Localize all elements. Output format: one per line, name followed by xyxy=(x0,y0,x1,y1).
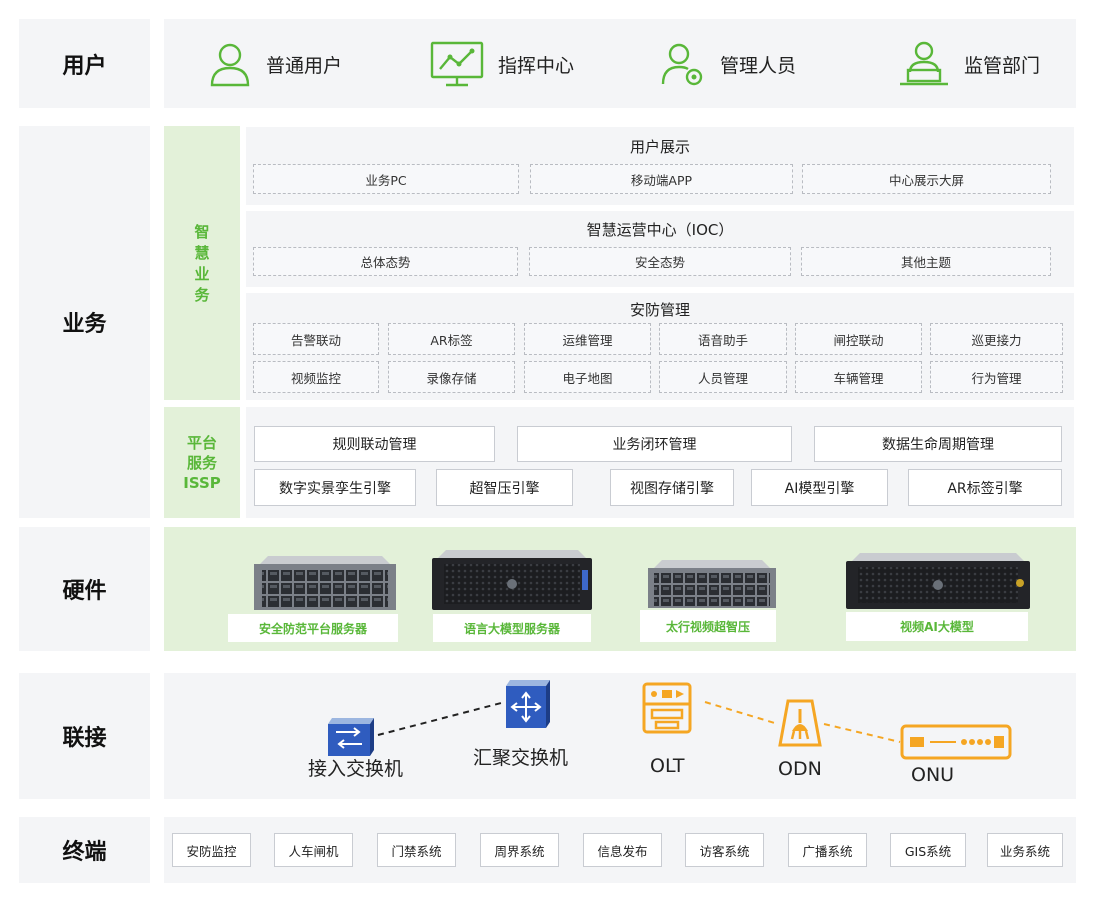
aggregation-switch-label: 汇聚交换机 xyxy=(473,747,569,769)
terminal-item: 访客系统 xyxy=(685,833,764,867)
terminal-item: 信息发布 xyxy=(583,833,662,867)
terminal-item: 人车闸机 xyxy=(274,833,353,867)
odn-icon xyxy=(778,699,822,747)
olt-icon xyxy=(642,682,692,734)
access-switch-icon xyxy=(328,718,374,756)
terminal-item: 广播系统 xyxy=(788,833,867,867)
terminal-item: 业务系统 xyxy=(987,833,1063,867)
olt-label: OLT xyxy=(650,755,685,777)
odn-label: ODN xyxy=(778,758,822,780)
access-switch-label: 接入交换机 xyxy=(308,758,404,780)
terminal-item: GIS系统 xyxy=(890,833,966,867)
onu-icon xyxy=(900,724,1012,760)
onu-label: ONU xyxy=(911,764,955,786)
aggregation-switch-icon xyxy=(506,680,550,728)
terminal-item: 周界系统 xyxy=(480,833,559,867)
terminal-item: 门禁系统 xyxy=(377,833,456,867)
terminal-item: 安防监控 xyxy=(172,833,251,867)
